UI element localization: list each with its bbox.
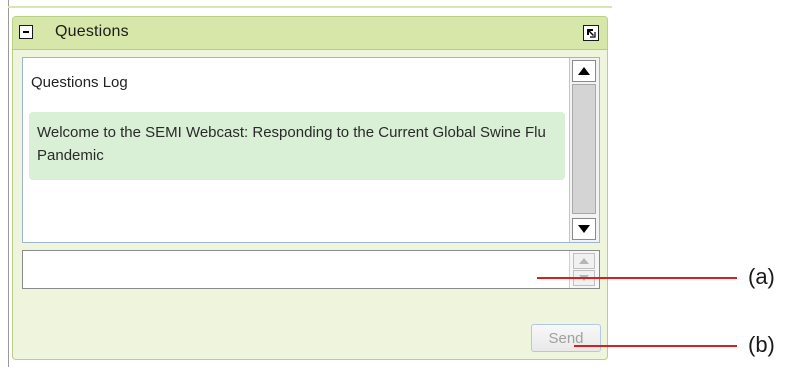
welcome-message: Welcome to the SEMI Webcast: Responding …: [29, 112, 565, 180]
question-input-scrollbar[interactable]: [569, 251, 599, 288]
questions-log-title: Questions Log: [31, 74, 128, 91]
panel-title: Questions: [55, 23, 129, 40]
send-button[interactable]: Send: [531, 324, 601, 352]
scroll-up-arrow-icon[interactable]: [572, 60, 596, 82]
input-scroll-up-icon[interactable]: [573, 253, 595, 269]
questions-log-scrollbar[interactable]: [569, 58, 599, 242]
minus-box-icon[interactable]: [19, 25, 33, 39]
questions-log: Questions Log Welcome to the SEMI Webcas…: [22, 57, 600, 243]
questions-panel-header: Questions: [13, 17, 607, 50]
popout-window-icon[interactable]: [583, 25, 599, 41]
scroll-thumb[interactable]: [572, 84, 596, 214]
questions-panel: Questions Questions Log Welcome to the S…: [12, 16, 608, 360]
callout-label-b: (b): [748, 332, 775, 357]
page-left-divider: [8, 0, 9, 367]
page-top-divider: [8, 6, 612, 8]
callout-label-a: (a): [748, 264, 775, 289]
scroll-down-arrow-icon[interactable]: [572, 218, 596, 240]
question-input[interactable]: [22, 250, 600, 289]
callout-line-a: [537, 277, 737, 279]
callout-line-b: [574, 345, 737, 347]
